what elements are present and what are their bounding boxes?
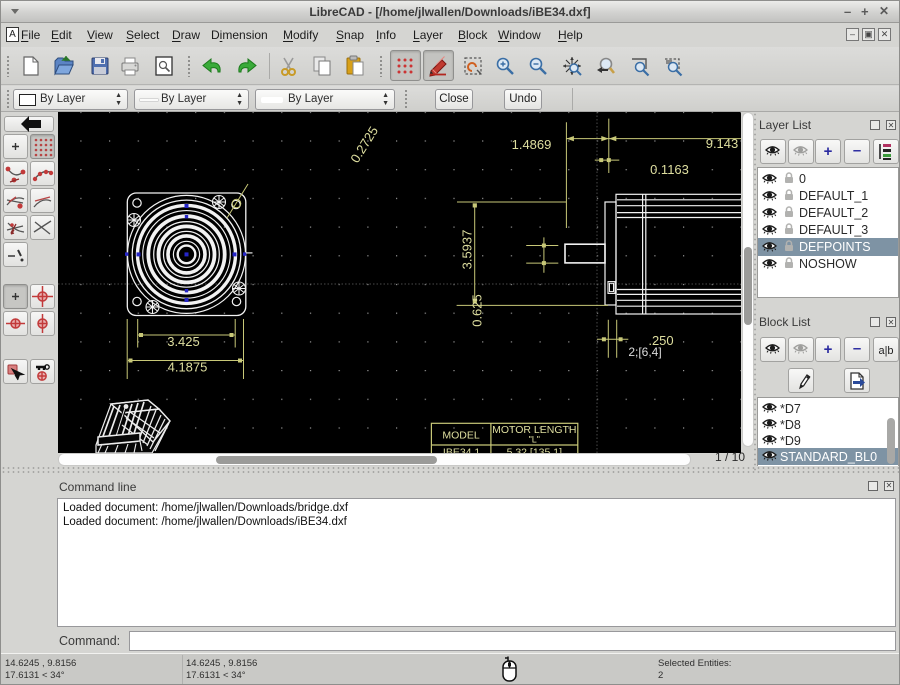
- svg-text:STANDARD_BL0: STANDARD_BL0: [780, 450, 877, 464]
- svg-text:1.4869: 1.4869: [512, 137, 552, 152]
- svg-text:9.143: 9.143: [706, 136, 739, 151]
- svg-text:0.1163: 0.1163: [650, 162, 689, 177]
- svg-text:4.1875: 4.1875: [168, 360, 208, 375]
- svg-text:MODEL: MODEL: [442, 430, 480, 442]
- svg-text:*D8: *D8: [780, 418, 801, 432]
- svg-text:0.625: 0.625: [470, 294, 485, 327]
- svg-text:+: +: [824, 341, 833, 358]
- svg-text:*D7: *D7: [780, 402, 801, 416]
- svg-text:3.5937: 3.5937: [460, 230, 475, 270]
- svg-text:"L": "L": [529, 435, 540, 445]
- svg-text:–: –: [853, 340, 861, 357]
- svg-text:3.425: 3.425: [167, 334, 200, 349]
- svg-text:*D9: *D9: [780, 434, 801, 448]
- svg-text:2;[6,4]: 2;[6,4]: [628, 345, 661, 359]
- svg-text:a|b: a|b: [878, 345, 893, 357]
